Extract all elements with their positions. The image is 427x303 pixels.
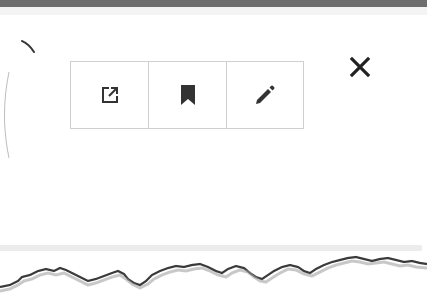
torn-paper-edge: [0, 255, 427, 303]
open-external-button[interactable]: [71, 62, 148, 128]
bookmark-button[interactable]: [148, 62, 225, 128]
bookmark-icon: [180, 85, 195, 105]
popup-panel: [0, 15, 422, 245]
close-button[interactable]: [345, 52, 375, 82]
edit-button[interactable]: [225, 62, 303, 128]
top-gap: [0, 7, 427, 15]
window-top-bar: [0, 0, 427, 7]
pencil-icon: [255, 85, 275, 104]
open-external-icon: [101, 87, 118, 103]
action-toolbar: [70, 61, 304, 129]
left-curve-fragment: [4, 71, 10, 159]
close-icon: [349, 56, 371, 78]
screenshot-viewport: [0, 0, 427, 303]
corner-fragment-icon: [21, 40, 35, 53]
